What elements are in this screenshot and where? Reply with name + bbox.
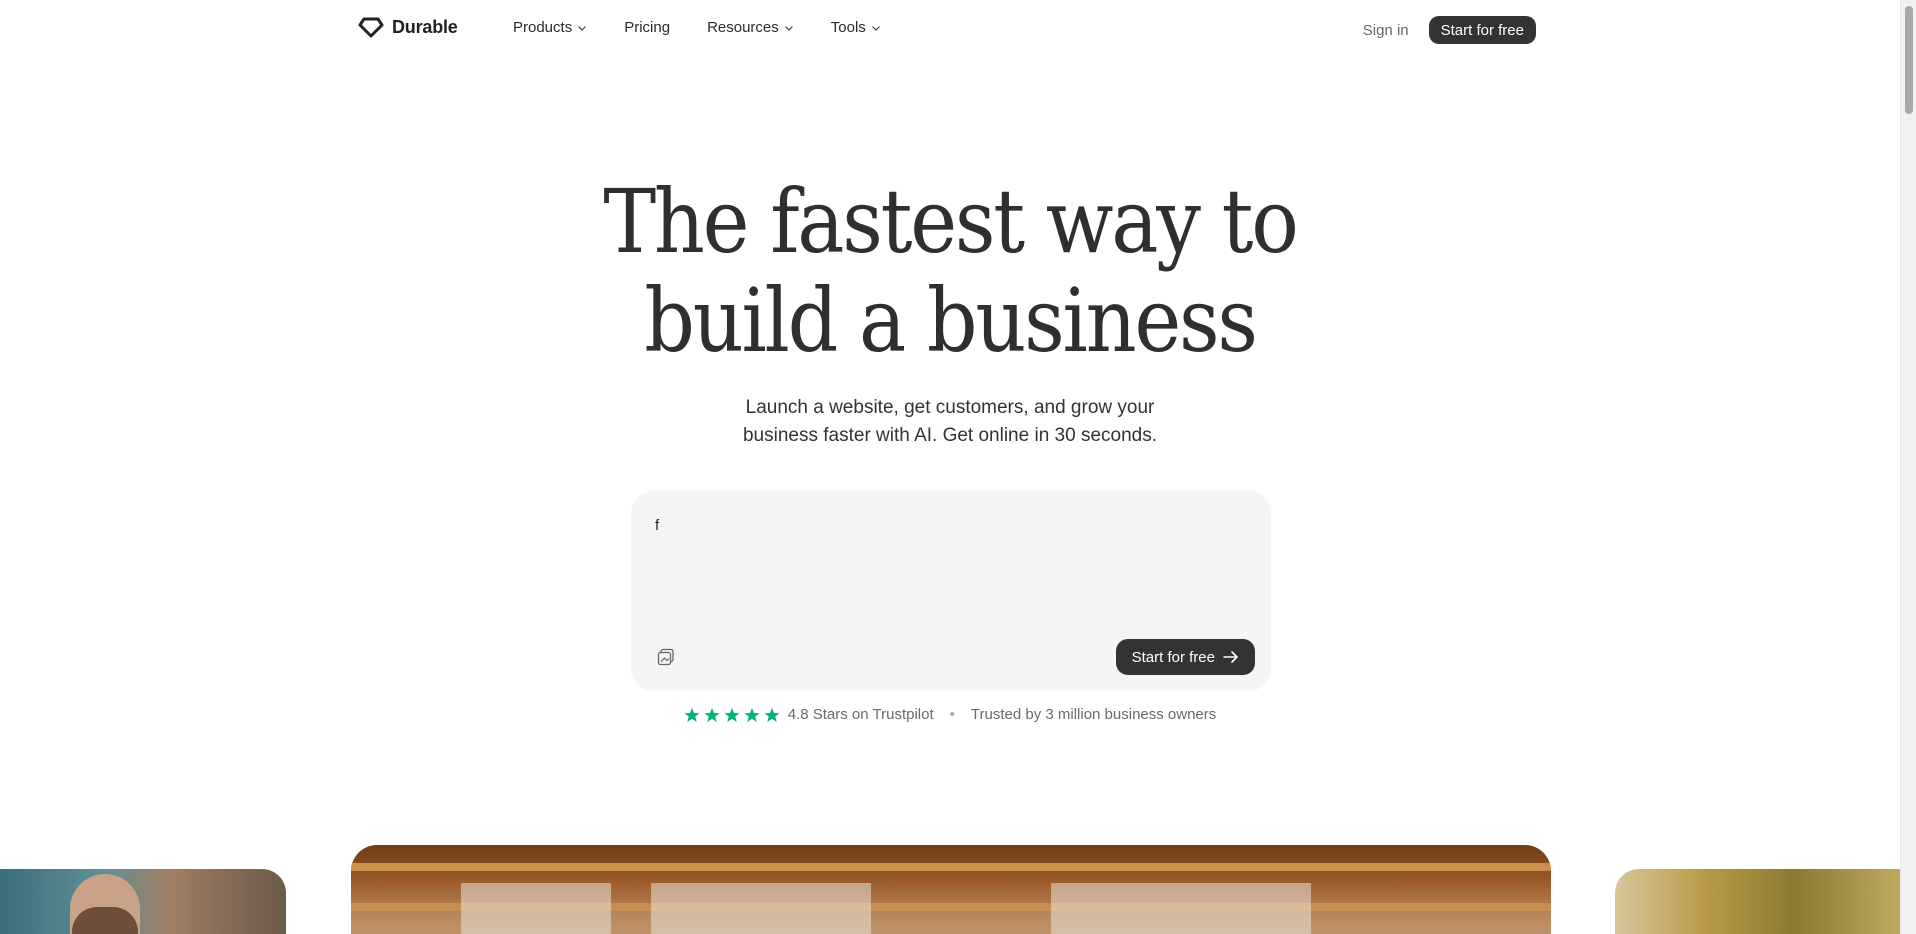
sign-in-link[interactable]: Sign in bbox=[1363, 22, 1409, 39]
arrow-right-icon bbox=[1223, 651, 1238, 663]
star-icon bbox=[704, 707, 720, 722]
customer-photo-right bbox=[1615, 869, 1915, 934]
nav-pricing-label: Pricing bbox=[624, 19, 671, 36]
hero-subtitle-line-2: business faster with AI. Get online in 3… bbox=[742, 425, 1157, 446]
brand-name: Durable bbox=[392, 16, 458, 37]
start-for-free-submit-button[interactable]: Start for free bbox=[1115, 639, 1255, 675]
star-icon bbox=[724, 707, 740, 722]
nav-products[interactable]: Products bbox=[513, 19, 587, 36]
chevron-down-icon bbox=[784, 25, 793, 31]
trustpilot-stars bbox=[684, 707, 780, 723]
star-icon bbox=[744, 707, 760, 722]
nav-resources[interactable]: Resources bbox=[707, 19, 794, 36]
nav-products-label: Products bbox=[513, 19, 573, 36]
brand-logo-link[interactable]: Durable bbox=[358, 16, 458, 38]
trusted-by-text: Trusted by 3 million business owners bbox=[970, 706, 1217, 723]
nav-resources-label: Resources bbox=[707, 19, 779, 36]
start-for-free-nav-button[interactable]: Start for free bbox=[1428, 16, 1536, 44]
star-icon bbox=[764, 707, 780, 722]
hero-title-line-1: The fastest way to bbox=[603, 170, 1299, 273]
nav-tools[interactable]: Tools bbox=[831, 19, 881, 36]
star-icon bbox=[684, 707, 700, 722]
hero-title: The fastest way to build a business bbox=[95, 172, 1805, 370]
trustpilot-rating: 4.8 Stars on Trustpilot bbox=[787, 706, 934, 723]
photo-window bbox=[1051, 883, 1311, 934]
nav-pricing[interactable]: Pricing bbox=[624, 19, 670, 36]
business-prompt-box[interactable]: f Start for free bbox=[631, 491, 1271, 691]
nav-tools-label: Tools bbox=[830, 19, 866, 36]
page: Durable Products Pricing Resources Tools… bbox=[0, 0, 1916, 934]
chevron-down-icon bbox=[578, 25, 587, 31]
business-prompt-input[interactable]: f bbox=[655, 517, 659, 534]
nav-right: Sign in Start for free bbox=[1363, 16, 1536, 44]
photo-window bbox=[461, 883, 611, 934]
hero-subtitle: Launch a website, get customers, and gro… bbox=[0, 394, 1900, 450]
trust-bar: 4.8 Stars on Trustpilot • Trusted by 3 m… bbox=[0, 706, 1900, 723]
nav-links: Products Pricing Resources Tools bbox=[513, 19, 918, 36]
top-nav: Durable Products Pricing Resources Tools… bbox=[0, 0, 1900, 60]
photo-window bbox=[651, 883, 871, 934]
hero-workshop-photo bbox=[351, 845, 1551, 934]
page-scrollbar[interactable] bbox=[1900, 0, 1916, 934]
separator-dot: • bbox=[949, 706, 955, 723]
hero-title-line-2: build a business bbox=[644, 269, 1258, 372]
customer-photo-left bbox=[0, 869, 286, 934]
diamond-logo-icon bbox=[358, 17, 384, 38]
image-icon[interactable] bbox=[657, 648, 675, 666]
chevron-down-icon bbox=[871, 25, 880, 31]
hero-subtitle-line-1: Launch a website, get customers, and gro… bbox=[745, 397, 1155, 418]
scrollbar-thumb[interactable] bbox=[1905, 6, 1913, 114]
photo-beam bbox=[351, 863, 1551, 871]
submit-label: Start for free bbox=[1131, 648, 1215, 666]
